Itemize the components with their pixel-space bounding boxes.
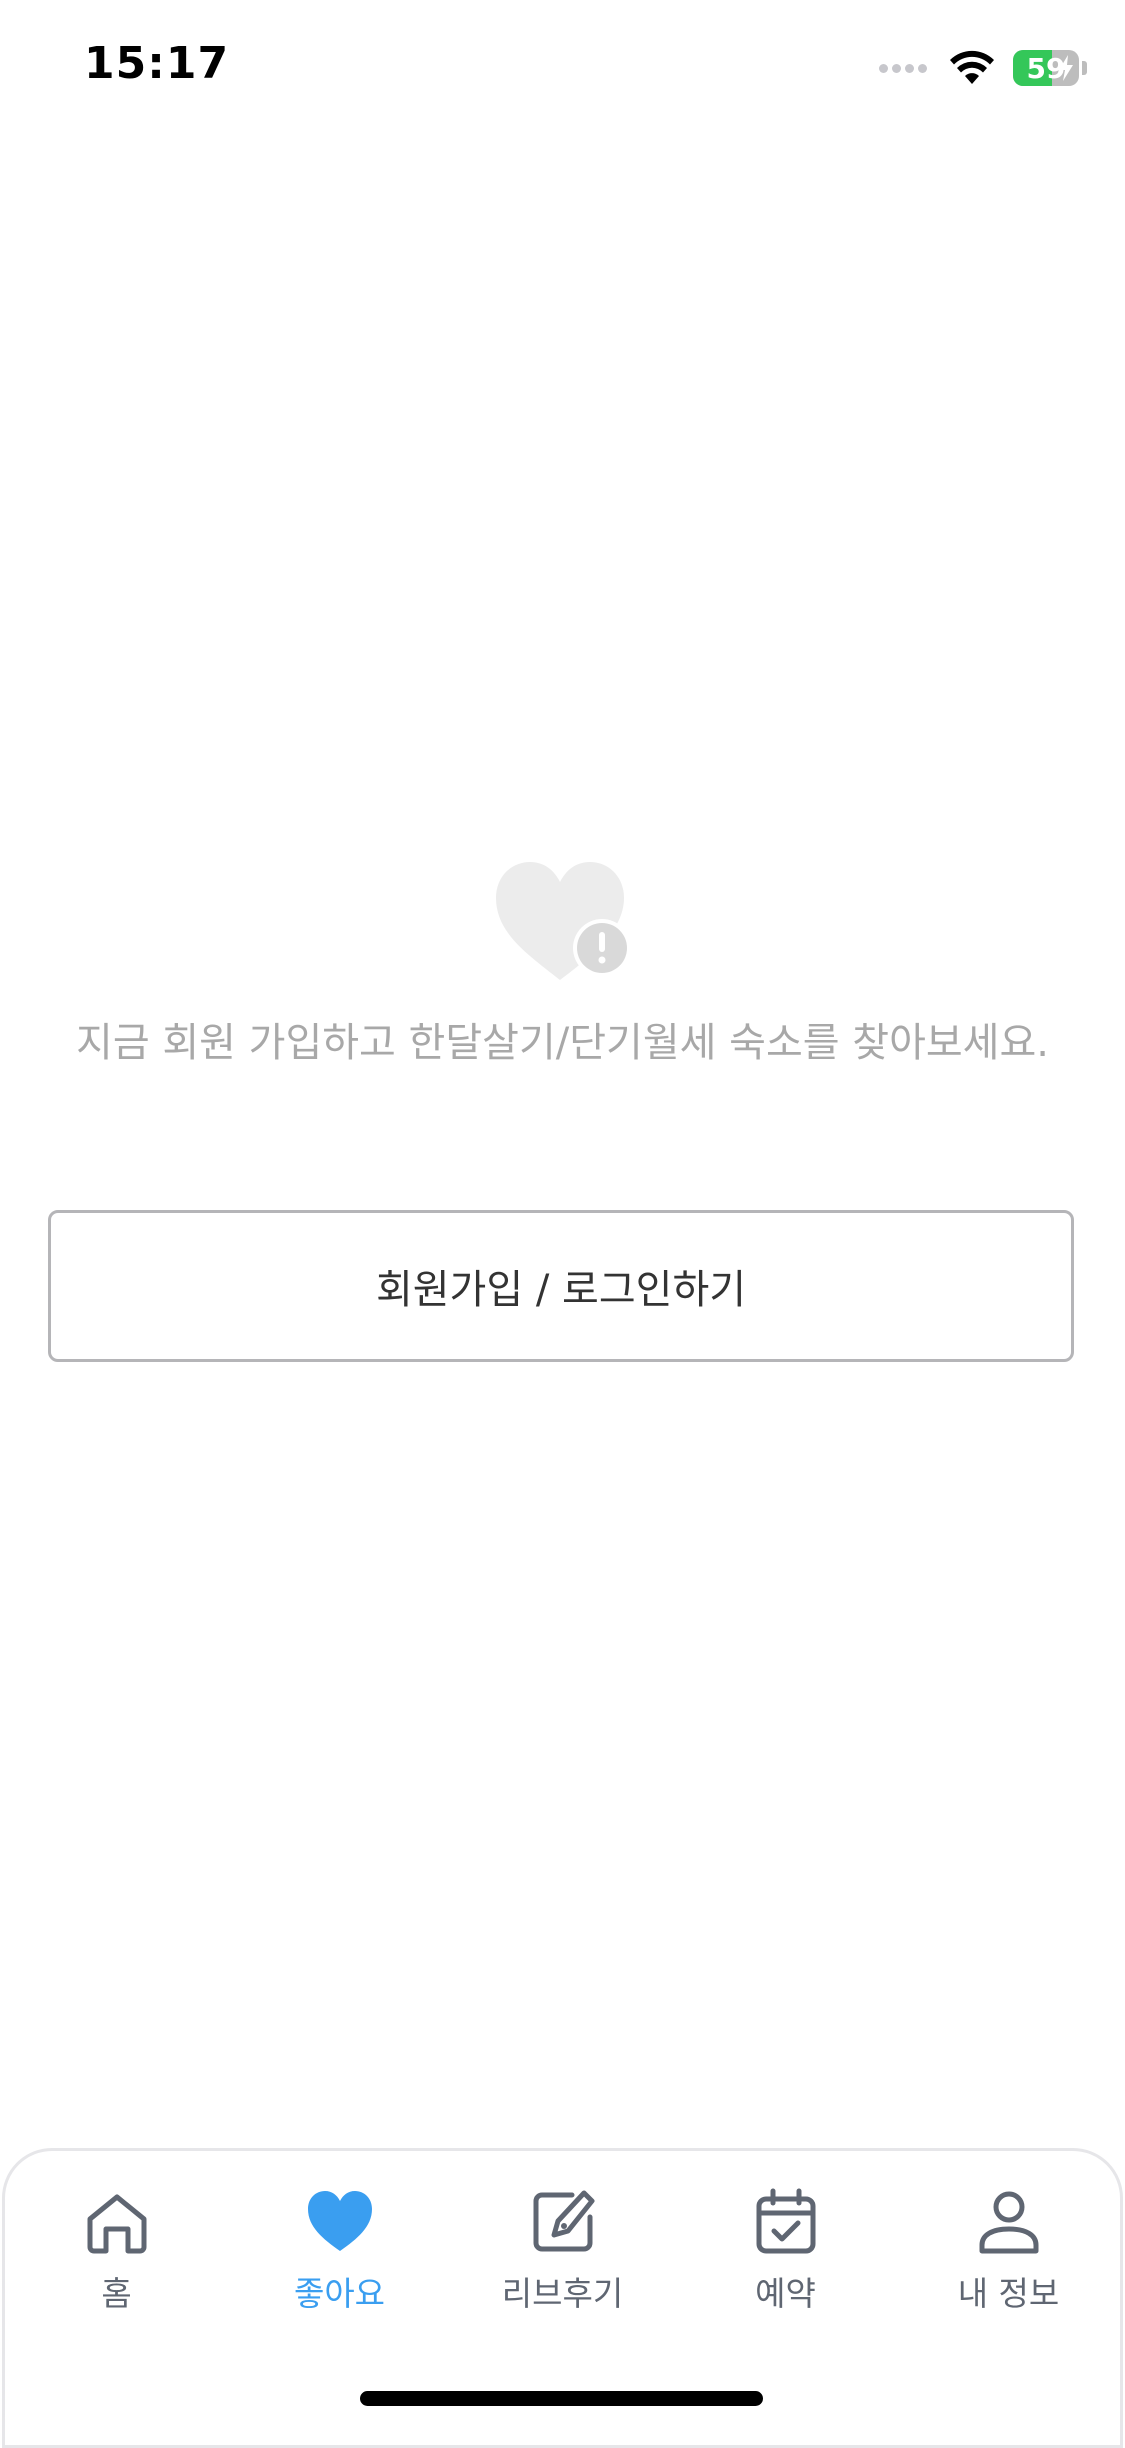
- home-icon: [87, 2194, 146, 2254]
- tab-home[interactable]: 홈: [5, 2187, 228, 2315]
- tab-label: 내 정보: [957, 2274, 1060, 2313]
- user-icon: [979, 2191, 1038, 2254]
- empty-message: 지금 회원 가입하고 한달살기/단기월세 숙소를 찾아보세요.: [76, 1020, 1049, 1066]
- calendar-check-icon: [756, 2188, 815, 2254]
- charging-bolt-icon: [1059, 55, 1073, 81]
- heart-exclamation-icon: [495, 862, 631, 980]
- status-bar: 15:17 59: [0, 0, 1125, 140]
- tab-label: 홈: [101, 2274, 132, 2313]
- cellular-signal-icon: [879, 63, 931, 73]
- status-time: 15:17: [84, 38, 230, 89]
- tab-likes[interactable]: 좋아요: [228, 2187, 451, 2315]
- tab-reservations[interactable]: 예약: [674, 2187, 897, 2315]
- empty-state: 지금 회원 가입하고 한달살기/단기월세 숙소를 찾아보세요.: [0, 860, 1125, 1068]
- heart-icon: [307, 2191, 372, 2251]
- signup-login-button[interactable]: 회원가입 / 로그인하기: [48, 1210, 1074, 1362]
- wifi-icon: [950, 50, 994, 84]
- tab-my-info[interactable]: 내 정보: [897, 2187, 1120, 2315]
- home-indicator: [360, 2391, 763, 2406]
- status-indicators: 59: [879, 46, 1087, 90]
- tab-label: 리브후기: [501, 2274, 624, 2313]
- tab-label: 좋아요: [293, 2274, 386, 2313]
- review-pen-icon: [533, 2190, 594, 2252]
- tab-reviews[interactable]: 리브후기: [451, 2187, 674, 2315]
- battery-cap: [1082, 61, 1087, 75]
- battery-icon: 59: [1013, 50, 1079, 86]
- tab-label: 예약: [755, 2274, 816, 2313]
